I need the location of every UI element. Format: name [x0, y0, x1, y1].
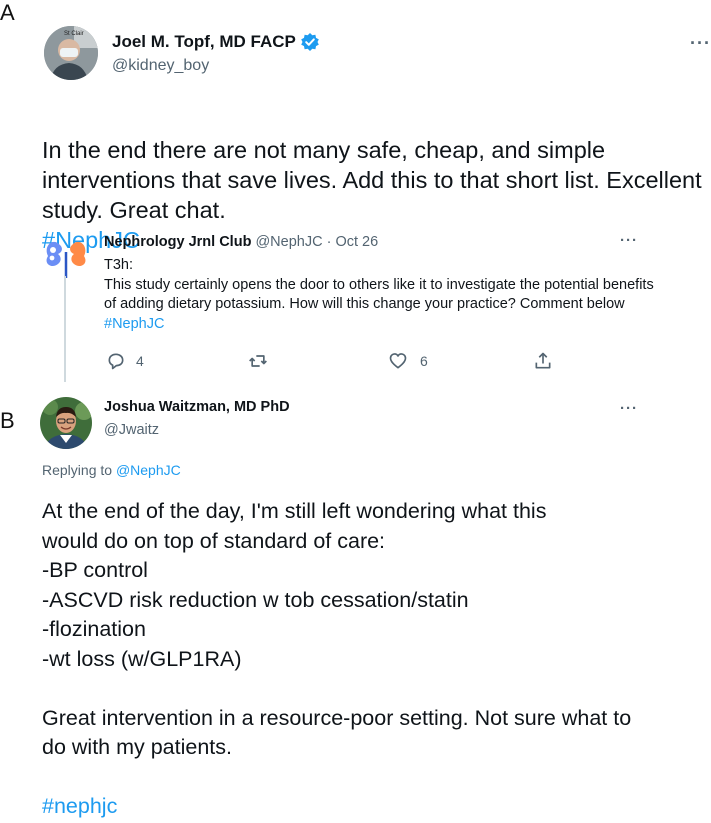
- thread-line: [64, 276, 66, 382]
- reply-author-name[interactable]: Joshua Waitzman, MD PhD: [104, 399, 290, 415]
- avatar-photo-icon: [40, 397, 92, 449]
- reply-text-line: -ASCVD risk reduction w tob cessation/st…: [42, 587, 469, 612]
- quoted-text-line1: T3h:: [104, 257, 134, 273]
- heart-icon: [389, 353, 407, 369]
- panel-label-a: A: [0, 0, 15, 25]
- replying-to-label: Replying to: [42, 462, 113, 478]
- avatar-joshua[interactable]: [40, 397, 92, 449]
- quoted-author-name[interactable]: Nephrology Jrnl Club: [104, 234, 251, 250]
- reply-text-line: would do on top of standard of care:: [42, 528, 386, 553]
- like-action[interactable]: 6: [388, 351, 428, 371]
- nephjc-logo-icon[interactable]: [40, 238, 92, 278]
- avatar-sign-text: St Clair: [64, 31, 84, 37]
- author-handle-joel[interactable]: @kidney_boy: [112, 57, 209, 75]
- reply-hashtag-link[interactable]: #nephjc: [42, 792, 682, 822]
- tweet-body: In the end there are not many safe, chea…: [42, 137, 702, 223]
- like-count: 6: [420, 353, 428, 369]
- quoted-more-options-icon[interactable]: ···: [620, 232, 638, 249]
- author-line-joel: Joel M. Topf, MD FACP: [112, 32, 320, 52]
- replying-to-line: Replying to @NephJC: [42, 462, 181, 478]
- share-action[interactable]: [533, 350, 553, 372]
- share-icon: [535, 352, 551, 369]
- reply-text-line: -flozination: [42, 617, 146, 641]
- quoted-author-meta[interactable]: @NephJC · Oct 26: [255, 234, 378, 250]
- more-options-icon[interactable]: ···: [690, 33, 711, 54]
- reply-text: At the end of the day, I'm still left wo…: [42, 497, 682, 822]
- author-name-joel[interactable]: Joel M. Topf, MD FACP: [112, 32, 296, 52]
- reply-count: 4: [136, 353, 144, 369]
- quoted-text: T3h: This study certainly opens the door…: [104, 256, 664, 334]
- quoted-author-line: Nephrology Jrnl Club @NephJC · Oct 26: [104, 234, 378, 250]
- verified-badge-icon: [301, 33, 319, 51]
- reply-text-paragraph: Great intervention in a resource-poor se…: [42, 705, 632, 760]
- reply-more-options-icon[interactable]: ···: [620, 400, 638, 417]
- reply-text-line: -wt loss (w/GLP1RA): [42, 646, 242, 671]
- reply-author-handle[interactable]: @Jwaitz: [104, 422, 159, 438]
- retweet-action[interactable]: [247, 351, 269, 371]
- reply-text-line: -BP control: [42, 558, 148, 582]
- reply-text-line: At the end of the day, I'm still left wo…: [42, 499, 547, 523]
- panel-label-b: B: [0, 408, 15, 433]
- quoted-hashtag-link[interactable]: #NephJC: [104, 316, 164, 332]
- replying-to-handle-link[interactable]: @NephJC: [116, 462, 181, 478]
- reply-icon: [108, 353, 124, 370]
- retweet-icon: [249, 355, 267, 367]
- reply-action[interactable]: 4: [106, 351, 144, 371]
- quoted-text-body: This study certainly opens the door to o…: [104, 276, 654, 313]
- tweet-text-joel: In the end there are not many safe, chea…: [42, 105, 702, 255]
